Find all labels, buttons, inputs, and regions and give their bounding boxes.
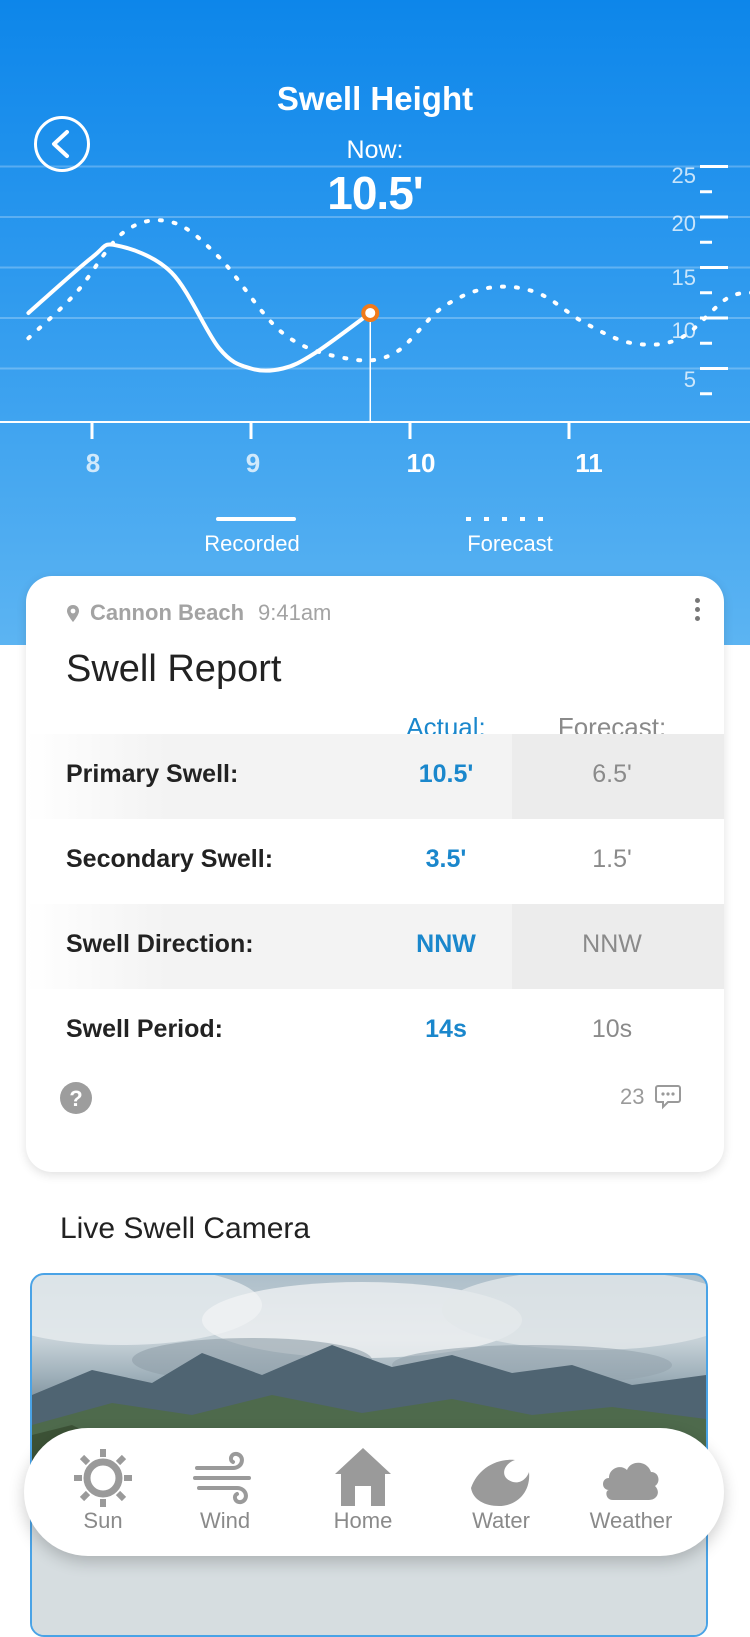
row-label: Swell Period: [66, 1015, 223, 1043]
more-options-icon[interactable] [692, 598, 702, 624]
forecast-value: NNW [582, 930, 642, 958]
comment-count[interactable]: 23 [620, 1084, 644, 1110]
forecast-value: 10s [591, 1015, 633, 1043]
wind-icon [193, 1451, 251, 1505]
y-tick-label: 20 [671, 211, 696, 236]
tab-sun[interactable]: Sun [38, 1428, 168, 1556]
x-tick-label: 11 [575, 448, 603, 478]
forecast-series-line [26, 218, 750, 363]
table-row: Swell Period: 14s 10s [26, 989, 724, 1074]
comment-icon[interactable] [654, 1082, 682, 1110]
y-tick-label: 25 [671, 163, 696, 188]
sun-icon [74, 1449, 132, 1507]
location-pin-icon [67, 605, 79, 622]
back-button[interactable] [34, 116, 90, 172]
swell-report-card: Cannon Beach 9:41am Swell Report Actual:… [26, 576, 724, 1172]
forecast-legend-label[interactable]: Forecast [410, 531, 610, 557]
page-title: Swell Height [276, 80, 474, 117]
wave-icon [471, 1459, 530, 1506]
help-icon[interactable]: ? [60, 1082, 92, 1114]
tab-wind[interactable]: Wind [160, 1428, 290, 1556]
tab-label: Weather [589, 1508, 673, 1533]
recorded-legend-swatch [216, 517, 296, 521]
forecast-value: 6.5' [592, 760, 632, 788]
current-value-marker [361, 303, 380, 322]
x-tick-label: 9 [245, 448, 261, 478]
table-row: Primary Swell: 10.5' 6.5' [26, 734, 724, 819]
forecast-value: 1.5' [592, 845, 632, 873]
row-label: Swell Direction: [66, 930, 254, 958]
recorded-legend-label[interactable]: Recorded [152, 531, 352, 557]
bottom-tab-bar: Sun Wind Home Water Weather [24, 1428, 724, 1556]
cloud-icon [603, 1462, 659, 1500]
location-name: Cannon Beach [90, 600, 245, 625]
tab-home[interactable]: Home [298, 1428, 428, 1556]
swell-chart-header: Swell Height Now: 10.5' 25 20 15 10 5 8 … [0, 0, 750, 645]
tab-label: Water [472, 1508, 530, 1533]
report-time: 9:41am [258, 600, 332, 625]
now-label: Now: [346, 136, 404, 164]
table-row: Swell Direction: NNW NNW [26, 904, 724, 989]
now-value: 10.5' [327, 167, 423, 219]
row-label: Secondary Swell: [66, 845, 274, 873]
y-tick-label: 10 [671, 318, 696, 343]
camera-section-title: Live Swell Camera [60, 1212, 311, 1245]
tab-label: Sun [83, 1508, 123, 1533]
tab-label: Wind [199, 1508, 251, 1533]
y-tick-label: 15 [671, 265, 696, 290]
card-title: Swell Report [66, 648, 282, 690]
forecast-legend-swatch [466, 517, 546, 521]
home-icon [335, 1448, 391, 1506]
chevron-left-icon [52, 130, 69, 158]
tab-label: Home [333, 1508, 393, 1533]
x-tick-label: 10 [406, 448, 436, 478]
row-label: Primary Swell: [66, 760, 239, 788]
tab-weather[interactable]: Weather [566, 1428, 696, 1556]
y-tick-label: 5 [683, 367, 696, 392]
table-row: Secondary Swell: 3.5' 1.5' [26, 819, 724, 904]
tab-water[interactable]: Water [436, 1428, 566, 1556]
x-tick-label: 8 [85, 448, 101, 478]
